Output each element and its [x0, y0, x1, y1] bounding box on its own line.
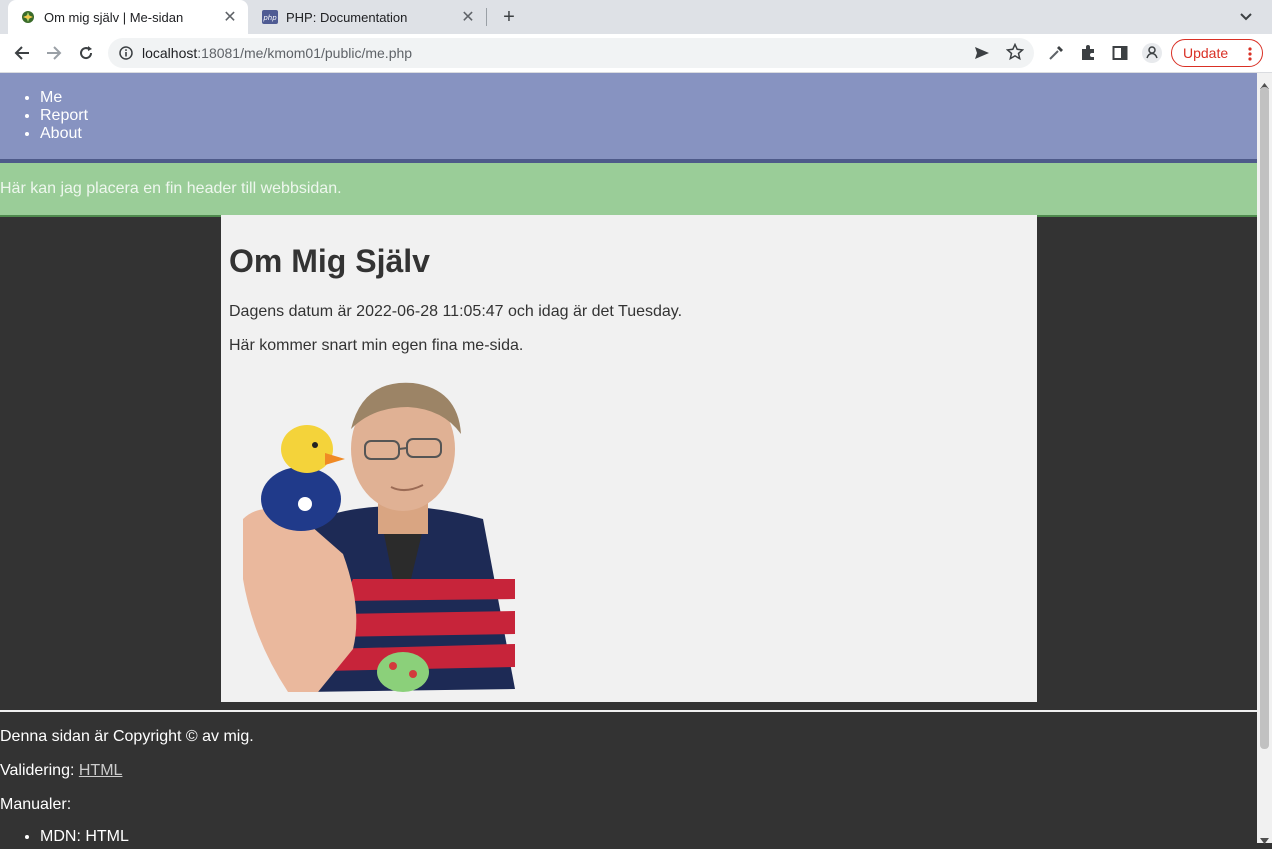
- tab-search-chevron-icon[interactable]: [1236, 8, 1256, 26]
- validation-line: Validering: HTML: [0, 762, 122, 780]
- scroll-down-arrow-icon[interactable]: [1260, 831, 1269, 844]
- manuals-list: MDN: HTML: [0, 828, 129, 843]
- scrollbar-thumb[interactable]: [1260, 87, 1269, 749]
- validation-label: Validering:: [0, 762, 75, 779]
- side-panel-icon[interactable]: [1108, 41, 1132, 65]
- tab-title: PHP: Documentation: [286, 9, 408, 25]
- page-title: Om Mig Själv: [229, 243, 430, 279]
- extensions-puzzle-icon[interactable]: [1076, 41, 1100, 65]
- nav-item-report: Report: [40, 107, 1257, 125]
- html-validation-link[interactable]: HTML: [79, 762, 123, 779]
- nav-link-me[interactable]: Me: [40, 89, 62, 106]
- date-text: Dagens datum är 2022-06-28 11:05:47 och …: [229, 303, 683, 320]
- manual-item-mdn-html[interactable]: MDN: HTML: [40, 828, 129, 843]
- nav-link-report[interactable]: Report: [40, 107, 88, 124]
- tab-title: Om mig själv | Me-sidan: [44, 9, 184, 25]
- nav-item-about: About: [40, 125, 1257, 143]
- bookmark-star-icon[interactable]: [1005, 42, 1026, 63]
- dbwebb-leaf-icon: [20, 9, 36, 25]
- main-content: Om Mig Själv Dagens datum är 2022-06-28 …: [221, 215, 1037, 702]
- tab-php-documentation[interactable]: php PHP: Documentation ✕: [250, 0, 486, 34]
- forward-arrow-icon[interactable]: [42, 41, 66, 65]
- eyedropper-extension-icon[interactable]: [1044, 41, 1068, 65]
- update-button[interactable]: Update: [1171, 39, 1263, 67]
- address-bar[interactable]: localhost:18081/me/kmom01/public/me.php: [108, 38, 1034, 68]
- tab-me-sidan[interactable]: Om mig själv | Me-sidan ✕: [8, 0, 248, 34]
- send-tab-icon[interactable]: [974, 45, 992, 61]
- reload-icon[interactable]: [74, 41, 98, 65]
- scroll-up-arrow-icon[interactable]: [1260, 76, 1269, 89]
- update-label: Update: [1183, 45, 1229, 61]
- nav-list: Me Report About: [0, 73, 1257, 143]
- close-tab-icon[interactable]: ✕: [458, 7, 478, 27]
- new-tab-icon[interactable]: +: [498, 6, 520, 28]
- site-info-icon[interactable]: [118, 45, 134, 61]
- site-footer: Denna sidan är Copyright © av mig. Valid…: [0, 710, 1257, 843]
- profile-avatar-icon[interactable]: [1140, 41, 1164, 65]
- site-header: Här kan jag placera en fin header till w…: [0, 163, 1257, 217]
- php-icon: php: [262, 9, 278, 25]
- tab-separator: [486, 8, 487, 26]
- url-path: :18081/me/kmom01/public/me.php: [197, 45, 413, 61]
- copyright-text: Denna sidan är Copyright © av mig.: [0, 728, 254, 745]
- manuals-label: Manualer:: [0, 796, 72, 813]
- site-navbar: Me Report About: [0, 73, 1257, 163]
- intro-text: Här kommer snart min egen fina me-sida.: [229, 337, 524, 354]
- svg-text:php: php: [262, 14, 277, 22]
- vertical-scrollbar[interactable]: [1257, 73, 1272, 844]
- person-with-duck-photo: [233, 379, 523, 692]
- close-tab-icon[interactable]: ✕: [220, 7, 240, 27]
- browser-toolbar: localhost:18081/me/kmom01/public/me.php …: [0, 34, 1272, 73]
- back-arrow-icon[interactable]: [10, 41, 34, 65]
- menu-dots-icon[interactable]: [1248, 46, 1252, 62]
- nav-item-me: Me: [40, 89, 1257, 107]
- nav-link-about[interactable]: About: [40, 125, 82, 142]
- url-host: localhost: [142, 45, 198, 61]
- page-viewport: Me Report About Här kan jag placera en f…: [0, 73, 1257, 843]
- url-text[interactable]: localhost:18081/me/kmom01/public/me.php: [142, 45, 412, 61]
- tab-strip: Om mig själv | Me-sidan ✕ php PHP: Docum…: [0, 0, 1272, 34]
